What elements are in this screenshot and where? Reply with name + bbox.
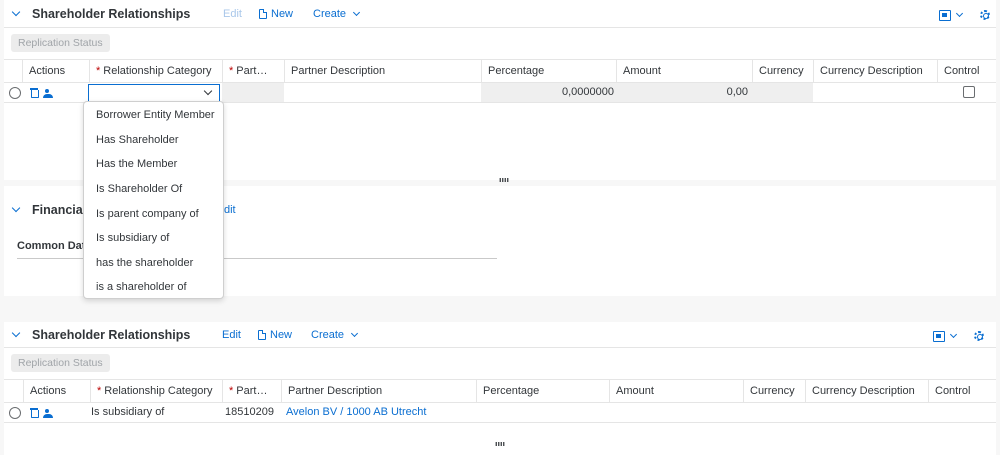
dropdown-option[interactable]: is a shareholder of [96,281,187,293]
delete-icon[interactable] [30,88,39,98]
delete-icon[interactable] [30,408,39,418]
partner-cell: 18510209 [225,406,274,418]
new-document-icon [259,9,267,19]
new-button-label: New [271,8,294,20]
column-header-currency[interactable]: Currency [743,380,805,403]
collapse-chevron-icon[interactable] [12,9,22,19]
dropdown-option[interactable]: Borrower Entity Member [96,109,215,121]
new-document-icon [258,330,266,340]
new-button-label: New [270,329,293,341]
column-header-partner-description[interactable]: Partner Description [281,380,476,403]
column-header-partner[interactable]: * Part… [222,60,284,83]
column-header-partner-description[interactable]: Partner Description [284,60,481,83]
panel-title: Financial [32,203,87,217]
collapse-chevron-icon[interactable] [12,330,22,340]
dropdown-option[interactable]: has the shareholder [96,257,193,269]
partner-description-link[interactable]: Avelon BV / 1000 AB Utrecht [286,403,426,422]
edit-button[interactable]: Edit [223,8,242,20]
create-button-label: Create [311,329,345,341]
column-header-actions[interactable]: Actions [22,60,89,83]
column-header-actions[interactable]: Actions [23,380,90,403]
dropdown-option[interactable]: Has the Member [96,158,177,170]
panel-header: Shareholder Relationships Edit New Creat… [4,2,996,26]
column-header-control[interactable]: Control [937,60,996,83]
resize-grip-icon[interactable] [499,178,509,182]
collapse-chevron-icon[interactable] [12,205,22,215]
column-header-relationship-category[interactable]: * Relationship Category [90,380,222,403]
dropdown-option[interactable]: Is Shareholder Of [96,183,182,195]
partner-cell [222,83,284,102]
common-data-heading: Common Dat [17,240,86,252]
row-select-radio[interactable] [9,87,21,99]
shareholder-relationships-panel-bottom: Shareholder Relationships Edit New Creat… [4,322,996,455]
table-header: Actions * Relationship Category * Part… Pa… [4,379,996,403]
edit-button[interactable]: Edit [222,329,241,341]
table-settings-button[interactable] [933,330,958,342]
new-button[interactable]: New [259,8,293,20]
panel-title: Shareholder Relationships [32,7,191,21]
table-settings-button[interactable] [939,9,964,21]
chevron-down-icon [203,86,213,96]
column-header-amount[interactable]: Amount [609,380,743,403]
people-icon[interactable] [43,409,54,418]
panel-title: Shareholder Relationships [32,328,191,342]
column-header-currency-description[interactable]: Currency Description [813,60,937,83]
chevron-down-icon [350,329,359,338]
relationship-category-select[interactable] [88,84,220,102]
chevron-down-icon [352,8,361,17]
column-header-control[interactable]: Control [928,380,992,403]
create-menu-button[interactable]: Create [311,329,359,341]
percentage-cell: 0,0000000 [481,83,616,102]
dropdown-option[interactable]: Is parent company of [96,208,199,220]
divider [4,347,996,348]
new-button[interactable]: New [258,329,292,341]
table-settings-icon [933,330,945,342]
replication-status-button[interactable]: Replication Status [11,354,110,372]
resize-grip-icon[interactable] [495,442,505,446]
column-header-amount[interactable]: Amount [616,60,752,83]
chevron-down-icon [955,9,964,17]
people-icon[interactable] [43,89,54,98]
replication-status-button[interactable]: Replication Status [11,34,110,52]
amount-cell: 0,00 [616,83,752,102]
column-header-percentage[interactable]: Percentage [476,380,609,403]
column-header-currency-description[interactable]: Currency Description [805,380,928,403]
gear-icon[interactable] [974,331,984,341]
column-header-partner[interactable]: * Part… [222,380,281,403]
currency-cell [752,83,813,102]
edit-button[interactable]: dit [224,204,236,216]
table-row: Is subsidiary of 18510209 Avelon BV / 10… [4,403,996,423]
dropdown-option[interactable]: Is subsidiary of [96,232,169,244]
relationship-category-cell: Is subsidiary of [91,406,165,418]
create-menu-button[interactable]: Create [313,8,361,20]
gear-icon[interactable] [980,10,990,20]
table-row: 0,0000000 0,00 [4,83,996,103]
create-button-label: Create [313,8,347,20]
panel-header: Shareholder Relationships Edit New Creat… [4,323,996,347]
column-header-currency[interactable]: Currency [752,60,813,83]
table-settings-icon [939,9,951,21]
column-header-percentage[interactable]: Percentage [481,60,616,83]
divider [4,27,996,28]
chevron-down-icon [949,330,958,338]
control-checkbox[interactable] [963,86,975,98]
row-select-radio[interactable] [9,407,21,419]
column-header-relationship-category[interactable]: * Relationship Category [89,60,222,83]
dropdown-option[interactable]: Has Shareholder [96,134,179,146]
table-header: Actions * Relationship Category * Part… Pa… [4,59,996,83]
relationship-category-dropdown: Borrower Entity Member Has Shareholder H… [83,101,224,299]
